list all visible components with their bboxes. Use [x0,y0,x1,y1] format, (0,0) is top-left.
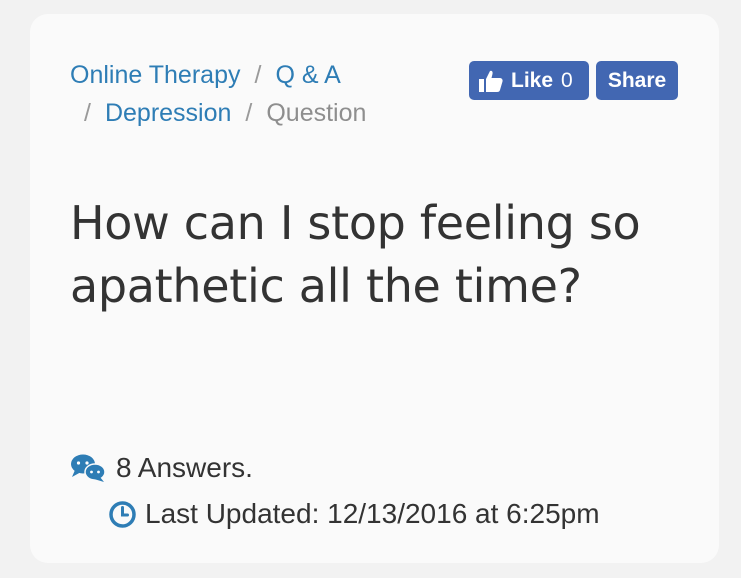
breadcrumb-depression[interactable]: Depression [105,99,231,127]
last-updated: Last Updated: 12/13/2016 at 6:25pm [109,498,600,530]
breadcrumb-line-1: Online Therapy / Q & A [70,56,450,94]
facebook-like-button[interactable]: Like 0 [469,61,589,100]
last-updated-text: Last Updated: 12/13/2016 at 6:25pm [145,498,600,529]
like-label: Like [511,68,554,92]
breadcrumb-current-question: Question [266,99,367,127]
clock-icon [109,500,136,528]
share-label: Share [607,68,667,92]
breadcrumb-separator: / [245,99,253,127]
breadcrumb-qa[interactable]: Q & A [275,61,340,89]
thumbs-up-icon [479,70,503,92]
facebook-share-button[interactable]: Share [596,61,678,100]
social-buttons: Like 0 Share [469,61,678,100]
breadcrumb-online-therapy[interactable]: Online Therapy [70,61,240,89]
question-card: Online Therapy / Q & A / Depression / Questio… [30,14,719,563]
chat-bubbles-icon [70,453,106,483]
answers-text: 8 Answers. [116,452,253,483]
breadcrumb-separator: / [254,61,262,89]
question-title: How can I stop feeling so apathetic all … [70,196,641,313]
breadcrumb: Online Therapy / Q & A / Depression / Questio… [70,56,450,132]
breadcrumb-separator: / [84,99,91,127]
breadcrumb-line-2: / Depression / Question [70,94,450,132]
answers-count[interactable]: 8 Answers. [70,452,253,484]
like-count: 0 [561,68,573,92]
